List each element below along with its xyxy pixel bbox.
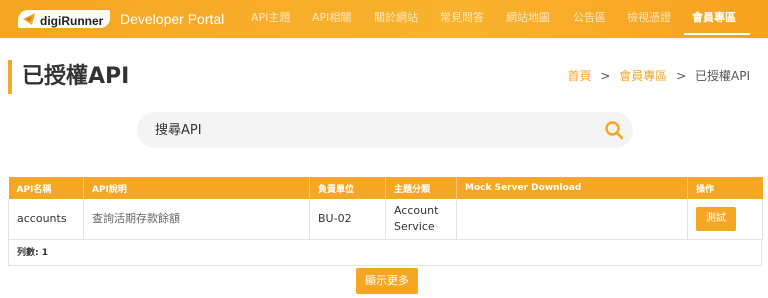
cell-owner-unit: BU-02 <box>309 199 386 240</box>
nav-about-site[interactable]: 關於網站 <box>374 10 418 26</box>
authorized-api-table: API名稱 API說明 負責單位 主題分類 Mock Server Downlo… <box>8 177 763 240</box>
nav-member-area[interactable]: 會員專區 <box>692 10 736 26</box>
row-count: 列數: 1 <box>17 248 48 258</box>
column-header-api-name[interactable]: API名稱 <box>8 177 84 199</box>
nav-api-related[interactable]: API相關 <box>312 10 351 26</box>
test-button[interactable]: 測試 <box>696 206 736 231</box>
breadcrumb-home[interactable]: 首頁 <box>568 69 592 83</box>
column-header-mock-download[interactable]: Mock Server Download <box>456 177 688 199</box>
table-footer: 列數: 1 <box>8 240 762 266</box>
cell-mock-download <box>456 199 688 240</box>
column-header-api-description[interactable]: API說明 <box>83 177 310 199</box>
breadcrumb-current: 已授權API <box>695 69 750 83</box>
search-icon[interactable] <box>604 120 624 140</box>
breadcrumb-separator: > <box>676 69 687 83</box>
cell-category: Account Service <box>385 199 457 240</box>
search-box <box>137 112 633 148</box>
column-header-category[interactable]: 主題分類 <box>385 177 457 199</box>
breadcrumb-separator: > <box>600 69 611 83</box>
top-navbar: digiRunner Developer Portal API主題 API相關 … <box>0 0 768 38</box>
nav-sitemap[interactable]: 網站地圖 <box>506 10 550 26</box>
column-header-owner-unit[interactable]: 負責單位 <box>309 177 386 199</box>
cell-api-name: accounts <box>8 199 84 240</box>
nav-announcements[interactable]: 公告區 <box>573 10 606 26</box>
column-header-actions: 操作 <box>687 177 763 199</box>
cell-actions: 測試 <box>687 199 763 240</box>
breadcrumb-member-area[interactable]: 會員專區 <box>619 69 667 83</box>
show-more-button[interactable]: 顯示更多 <box>356 268 418 294</box>
breadcrumb: 首頁 > 會員專區 > 已授權API <box>568 67 750 85</box>
search-input[interactable] <box>155 120 575 140</box>
main-nav: API主題 API相關 關於網站 常見問答 網站地圖 公告區 檢視憑證 會員專區 <box>0 10 768 30</box>
nav-faq[interactable]: 常見問答 <box>440 10 484 26</box>
cell-api-description: 查詢活期存款餘額 <box>83 199 310 240</box>
nav-view-certificate[interactable]: 檢視憑證 <box>627 10 671 26</box>
active-nav-indicator <box>684 33 750 35</box>
title-accent-bar <box>8 60 12 94</box>
table-row: accounts 查詢活期存款餘額 BU-02 Account Service … <box>8 199 763 240</box>
page-title: 已授權API <box>22 64 130 89</box>
nav-api-topics[interactable]: API主題 <box>251 10 290 26</box>
table-header-row: API名稱 API說明 負責單位 主題分類 Mock Server Downlo… <box>8 177 763 199</box>
